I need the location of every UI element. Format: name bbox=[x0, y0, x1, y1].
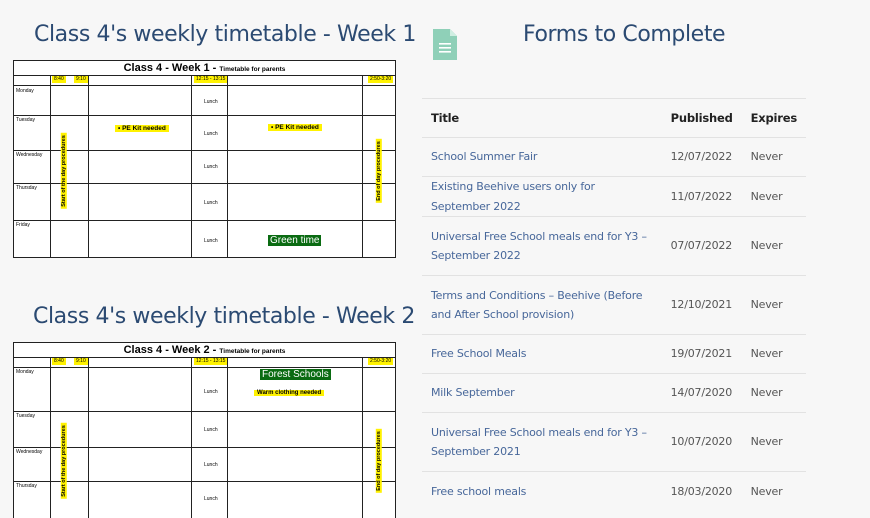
expires-value: Never bbox=[741, 412, 806, 472]
published-date: 12/07/2022 bbox=[661, 137, 742, 177]
form-link[interactable]: Free School Meals bbox=[431, 347, 526, 360]
start-of-day-label: Start of the day procedures bbox=[60, 423, 67, 499]
expires-value: Never bbox=[741, 275, 806, 335]
timetable-title: Class 4 - Week 1 - Timetable for parents bbox=[123, 62, 286, 74]
form-link[interactable]: Milk September bbox=[431, 386, 515, 399]
form-link[interactable]: Terms and Conditions – Beehive (Before a… bbox=[431, 289, 643, 322]
published-date: 07/07/2022 bbox=[661, 216, 742, 276]
expires-value: Never bbox=[741, 334, 806, 374]
published-date: 12/10/2021 bbox=[661, 275, 742, 335]
week1-heading: Class 4's weekly timetable - Week 1 bbox=[34, 22, 416, 47]
table-row: Terms and Conditions – Beehive (Before a… bbox=[422, 275, 806, 335]
column-published: Published bbox=[661, 98, 742, 138]
document-icon bbox=[433, 29, 457, 60]
forest-schools-label: Forest Schools bbox=[260, 369, 331, 380]
timetable-title: Class 4 - Week 2 - Timetable for parents bbox=[123, 344, 286, 356]
table-row: Universal Free School meals end for Y3 –… bbox=[422, 216, 806, 276]
green-time-label: Green time bbox=[268, 235, 322, 246]
published-date: 18/03/2020 bbox=[661, 471, 742, 511]
table-row: Free school meals 18/03/2020 Never bbox=[422, 471, 806, 511]
start-of-day-label: Start of the day procedures bbox=[60, 133, 67, 209]
table-row: Free School Meals 19/07/2021 Never bbox=[422, 334, 806, 374]
published-date: 11/07/2022 bbox=[661, 176, 742, 217]
forms-heading: Forms to Complete bbox=[523, 22, 726, 47]
expires-value: Never bbox=[741, 176, 806, 217]
pe-kit-note: • PE Kit needed bbox=[115, 125, 169, 132]
expires-value: Never bbox=[741, 137, 806, 177]
week2-timetable-image: Class 4 - Week 2 - Timetable for parents… bbox=[13, 342, 396, 518]
expires-value: Never bbox=[741, 373, 806, 413]
column-title: Title bbox=[422, 98, 662, 138]
form-link[interactable]: Existing Beehive users only for Septembe… bbox=[431, 180, 595, 213]
table-row: Universal Free School meals end for Y3 –… bbox=[422, 412, 806, 472]
form-link[interactable]: School Summer Fair bbox=[431, 150, 537, 163]
form-link[interactable]: Free school meals bbox=[431, 485, 526, 498]
expires-value: Never bbox=[741, 216, 806, 276]
published-date: 10/07/2020 bbox=[661, 412, 742, 472]
published-date: 19/07/2021 bbox=[661, 334, 742, 374]
column-expires: Expires bbox=[741, 98, 806, 138]
table-row: Existing Beehive users only for Septembe… bbox=[422, 176, 806, 217]
week1-timetable-image: Class 4 - Week 1 - Timetable for parents… bbox=[13, 60, 396, 258]
table-row: Milk September 14/07/2020 Never bbox=[422, 373, 806, 413]
warm-clothing-note: Warm clothing needed bbox=[254, 390, 325, 396]
pe-kit-note: • PE Kit needed bbox=[268, 124, 322, 131]
published-date: 14/07/2020 bbox=[661, 373, 742, 413]
expires-value: Never bbox=[741, 471, 806, 511]
form-link[interactable]: Universal Free School meals end for Y3 –… bbox=[431, 230, 647, 263]
end-of-day-label: End of day procedures bbox=[375, 429, 382, 493]
form-link[interactable]: Universal Free School meals end for Y3 –… bbox=[431, 426, 647, 459]
forms-table: Title Published Expires School Summer Fa… bbox=[422, 98, 806, 511]
end-of-day-label: End of day procedures bbox=[375, 139, 382, 203]
week2-heading: Class 4's weekly timetable - Week 2 bbox=[33, 304, 415, 329]
table-header-row: Title Published Expires bbox=[422, 98, 806, 138]
table-row: School Summer Fair 12/07/2022 Never bbox=[422, 137, 806, 177]
